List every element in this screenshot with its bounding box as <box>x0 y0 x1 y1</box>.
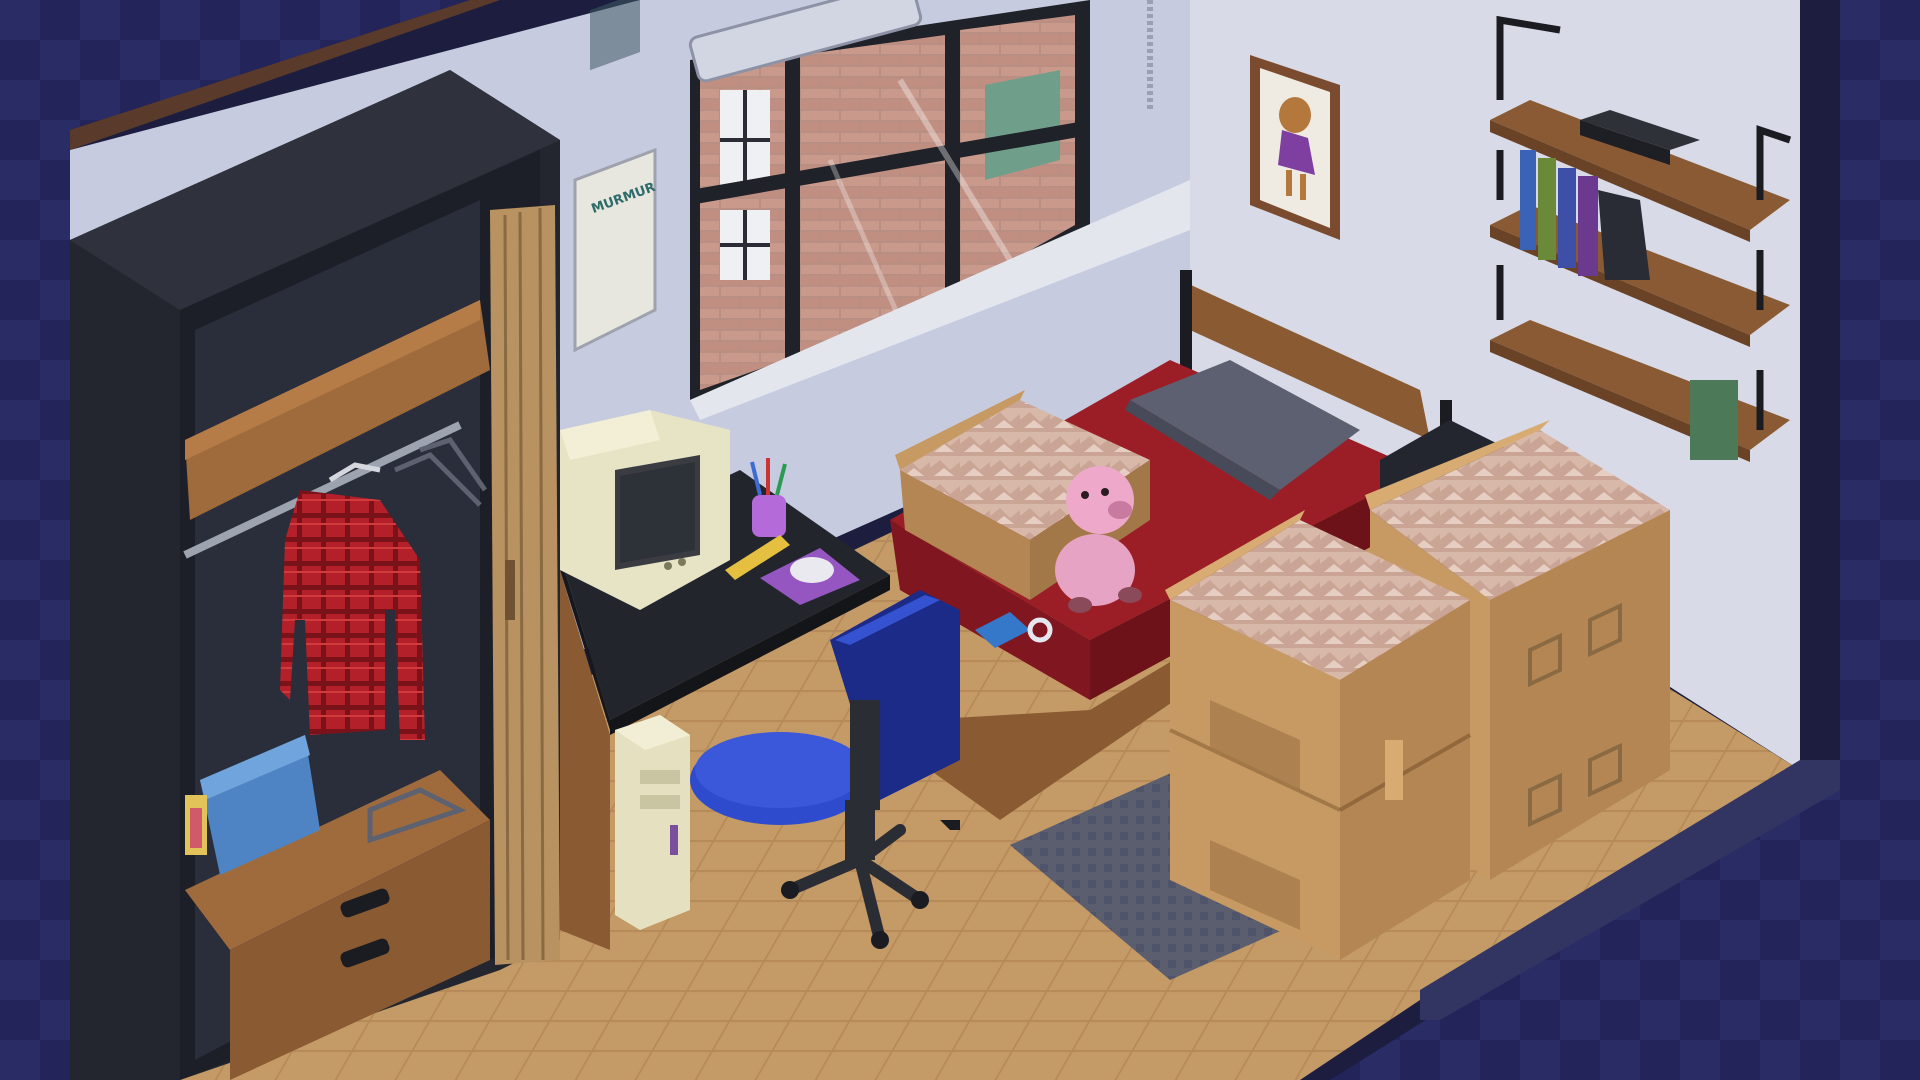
pc-tower[interactable] <box>615 715 690 930</box>
bedroom-scene: MURMUR <box>0 0 1920 1080</box>
computer-mouse[interactable] <box>790 557 834 583</box>
